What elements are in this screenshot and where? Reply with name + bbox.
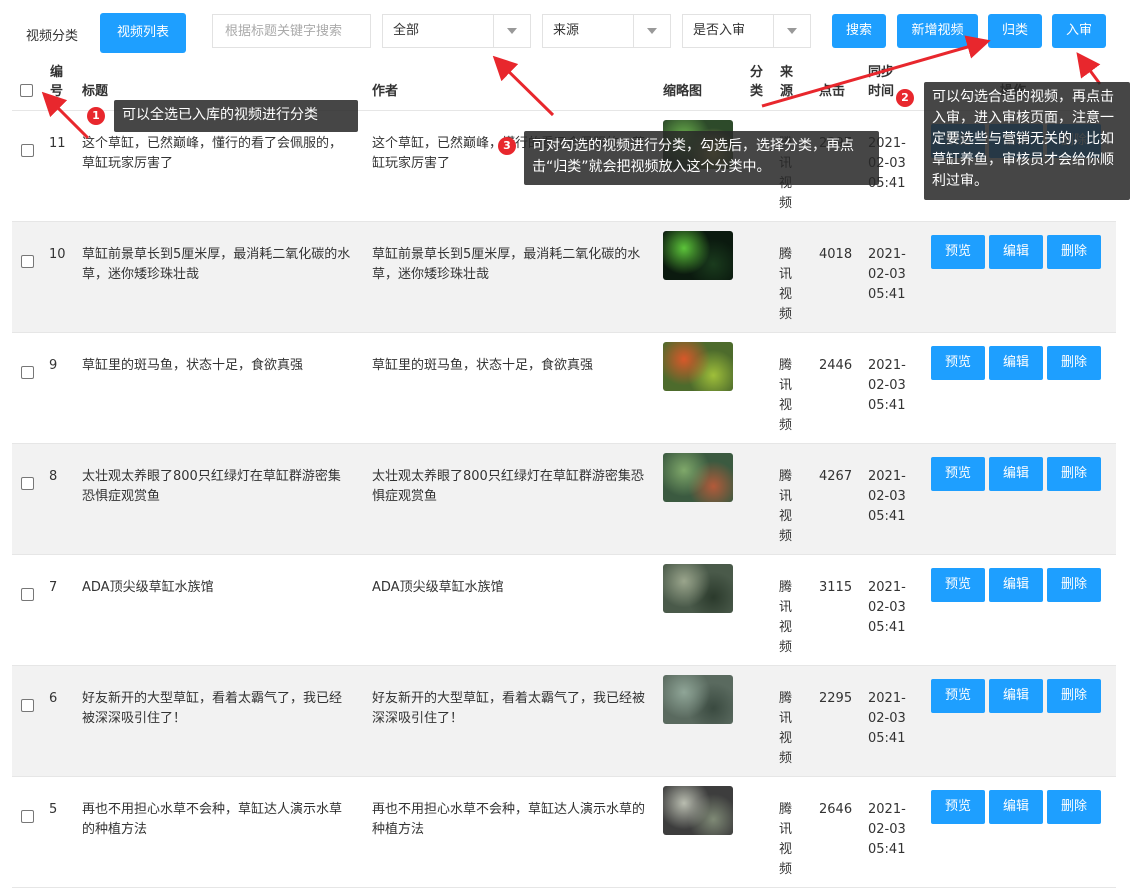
arrow-to-submit-review-button	[1076, 52, 1102, 85]
tooltip-badge-3: 3	[498, 137, 516, 155]
tooltip-submit-review: 可以勾选合适的视频，再点击入审，进入审核页面，注意一定要选些与营销无关的，比如草…	[924, 82, 1130, 200]
arrow-to-select-all	[41, 91, 90, 140]
tooltip-badge-1: 1	[87, 107, 105, 125]
tooltip-select-all: 可以全选已入库的视频进行分类	[114, 100, 358, 132]
tooltip-badge-2: 2	[896, 89, 914, 107]
tooltip-classify: 可对勾选的视频进行分类，勾选后，选择分类，再点击“归类”就会把视频放入这个分类中…	[524, 131, 879, 185]
arrow-to-category-select	[492, 55, 555, 117]
